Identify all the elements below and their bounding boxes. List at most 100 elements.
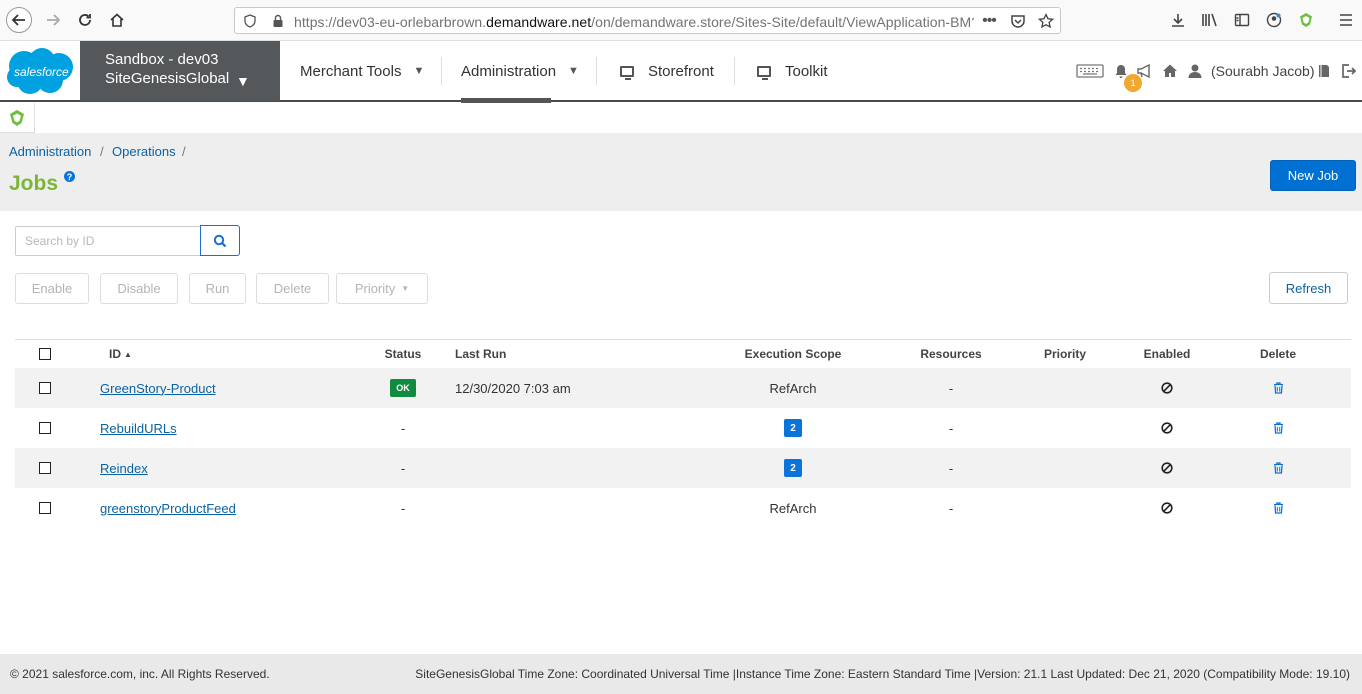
job-id-link[interactable]: RebuildURLs [100,421,177,436]
greenstory-extension-icon[interactable] [1296,10,1316,30]
copyright: © 2021 salesforce.com, inc. All Rights R… [10,667,270,681]
menu-administration[interactable]: Administration ▼ [461,41,579,103]
sort-asc-icon: ▲ [124,349,132,359]
back-icon[interactable] [6,7,32,33]
home-icon[interactable] [1160,61,1180,81]
menu-toolkit[interactable]: Toolkit [757,41,828,101]
divider [596,57,597,85]
help-icon[interactable]: ? [64,171,75,182]
enable-button[interactable]: Enable [15,273,89,304]
app-header: salesforce Sandbox - dev03 SiteGenesisGl… [0,41,1362,103]
disabled-icon[interactable] [1161,502,1173,514]
bookmark-star-icon[interactable] [1037,12,1055,30]
divider [734,57,735,85]
trash-icon[interactable] [1273,382,1284,394]
breadcrumb-administration[interactable]: Administration [9,144,91,159]
url-text: https://dev03-eu-orlebarbrown.demandware… [294,14,974,30]
site-name: SiteGenesisGlobal [105,70,230,87]
status-text: - [400,500,406,516]
breadcrumb-separator: / [182,144,186,159]
pocket-icon[interactable] [1009,12,1027,30]
caret-down-icon: ▼ [401,284,410,293]
forward-icon[interactable] [40,7,66,33]
breadcrumb-operations[interactable]: Operations [112,144,176,159]
breadcrumb-separator: / [100,144,104,159]
trash-icon[interactable] [1273,502,1284,514]
disable-button[interactable]: Disable [100,273,178,304]
greenstory-extension-icon[interactable] [0,103,35,133]
header-execution-scope: Execution Scope [744,347,842,361]
job-id-link[interactable]: greenstoryProductFeed [100,501,236,516]
resources: - [948,500,954,516]
menu-merchant-tools[interactable]: Merchant Tools ▼ [300,41,424,101]
run-button[interactable]: Run [189,273,246,304]
header-status: Status [384,347,422,361]
scope-count-badge[interactable]: 2 [784,459,802,477]
account-icon[interactable] [1264,10,1284,30]
refresh-button[interactable]: Refresh [1269,272,1348,304]
sidebar-icon[interactable] [1232,10,1252,30]
page-actions-icon[interactable]: ••• [980,12,998,30]
address-bar[interactable]: https://dev03-eu-orlebarbrown.demandware… [234,7,1061,34]
row-checkbox[interactable] [39,382,51,394]
divider [441,57,442,85]
page-header: Administration / Operations / Jobs ? New… [0,133,1362,211]
menu-label: Toolkit [785,62,828,80]
library-icon[interactable] [1200,10,1220,30]
page-title: Jobs [9,172,59,195]
header-delete: Delete [1259,347,1297,361]
job-id-link[interactable]: Reindex [100,461,148,476]
search-input[interactable] [15,226,201,256]
row-checkbox[interactable] [39,502,51,514]
megaphone-icon[interactable] [1135,61,1155,81]
downloads-icon[interactable] [1168,10,1188,30]
resources: - [948,420,954,436]
table-row: RebuildURLs - 2 - [15,408,1351,448]
disabled-icon[interactable] [1161,382,1173,394]
resources: - [948,460,954,476]
user-name[interactable]: (Sourabh Jacob) [1211,63,1315,79]
priority-dropdown[interactable]: Priority ▼ [336,273,428,304]
table-header: ID ▲ Status Last Run Execution Scope Reso… [15,339,1351,368]
user-icon[interactable] [1185,61,1205,81]
header-id[interactable]: ID ▲ [109,340,132,368]
salesforce-logo[interactable]: salesforce [4,46,76,98]
disabled-icon[interactable] [1161,422,1173,434]
execution-scope: RefArch [769,500,817,516]
new-job-button[interactable]: New Job [1270,160,1356,191]
reload-icon[interactable] [72,7,98,33]
status-badge: OK [390,379,416,397]
keyboard-icon[interactable] [1076,61,1104,81]
trash-icon[interactable] [1273,422,1284,434]
search-icon [213,234,227,247]
lock-icon[interactable] [269,12,287,30]
trash-icon[interactable] [1273,462,1284,474]
priority-label: Priority [354,281,396,296]
header-resources: Resources [920,347,982,361]
search-button[interactable] [200,225,240,256]
menu-label: Merchant Tools [300,62,402,80]
select-all-checkbox[interactable] [39,348,51,360]
status-text: - [400,420,406,436]
shield-icon[interactable] [241,12,259,30]
table-row: greenstoryProductFeed - RefArch - [15,488,1351,528]
hamburger-menu-icon[interactable] [1336,10,1356,30]
logout-icon[interactable] [1338,61,1358,81]
resources: - [948,380,954,396]
header-priority: Priority [1043,347,1086,361]
job-id-link[interactable]: GreenStory-Product [100,381,216,396]
header-last-run: Last Run [455,347,507,361]
sandbox-name: Sandbox - dev03 [105,51,219,68]
site-selector[interactable]: Sandbox - dev03 SiteGenesisGlobal ▼ [80,41,280,101]
delete-button[interactable]: Delete [256,273,329,304]
documentation-icon[interactable] [1314,61,1334,81]
menu-storefront[interactable]: Storefront [620,41,714,101]
site-dropdown-icon: ▼ [236,73,250,89]
scope-count-badge[interactable]: 2 [784,419,802,437]
home-icon[interactable] [104,7,130,33]
row-checkbox[interactable] [39,422,51,434]
last-run: 12/30/2020 7:03 am [455,380,571,396]
disabled-icon[interactable] [1161,462,1173,474]
chevron-down-icon: ▼ [568,65,579,77]
row-checkbox[interactable] [39,462,51,474]
